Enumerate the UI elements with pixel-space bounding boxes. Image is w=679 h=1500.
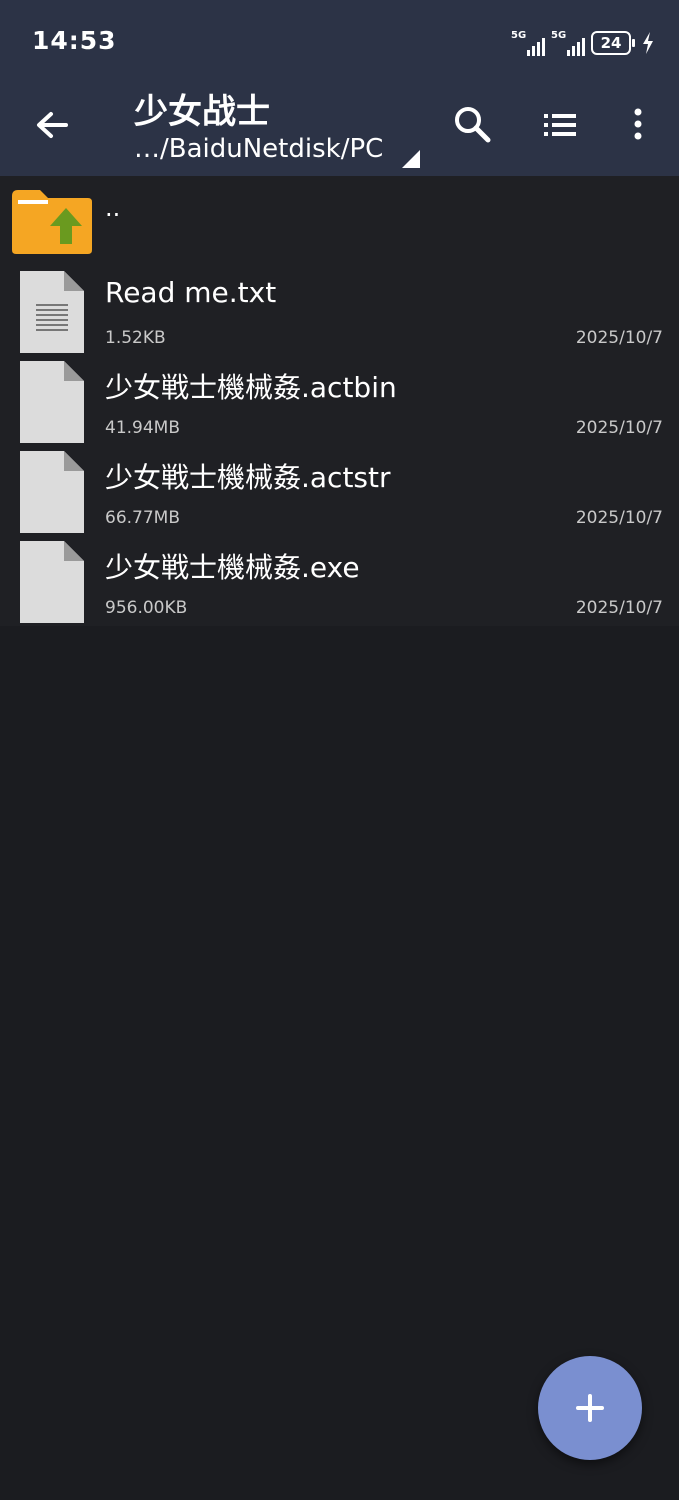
file-list: .. Read me.txt 1.52KB 2025/10/7 少女戦士機械姦.…: [0, 176, 679, 626]
file-size: 1.52KB: [105, 328, 166, 348]
add-button[interactable]: [538, 1356, 642, 1460]
file-date: 2025/10/7: [575, 328, 663, 348]
list-item[interactable]: 少女戦士機械姦.actstr 66.77MB 2025/10/7: [0, 446, 679, 536]
signal-icon: 5G: [511, 30, 545, 56]
page-title: 少女战士: [134, 92, 270, 132]
more-vert-icon[interactable]: [616, 102, 660, 146]
network-type-label-2: 5G: [551, 30, 567, 41]
parent-directory-row[interactable]: ..: [0, 176, 679, 262]
file-name: 少女戦士機械姦.actbin: [105, 371, 397, 404]
text-file-icon: [20, 271, 84, 353]
file-icon: [20, 541, 84, 623]
status-icons: 5G 5G 24: [511, 30, 655, 56]
file-date: 2025/10/7: [575, 598, 663, 618]
parent-directory-label: ..: [105, 194, 121, 222]
signal-icon-2: 5G: [551, 30, 585, 56]
list-item[interactable]: 少女戦士機械姦.actbin 41.94MB 2025/10/7: [0, 356, 679, 446]
folder-up-icon: [12, 190, 92, 254]
file-name: Read me.txt: [105, 276, 277, 309]
back-arrow-icon[interactable]: [30, 104, 74, 148]
file-size: 41.94MB: [105, 418, 180, 438]
network-type-label: 5G: [511, 30, 527, 41]
charging-icon: [643, 32, 653, 54]
file-name: 少女戦士機械姦.actstr: [105, 461, 391, 494]
file-size: 956.00KB: [105, 598, 188, 618]
file-date: 2025/10/7: [575, 508, 663, 528]
plus-icon: [576, 1394, 604, 1422]
battery-icon: 24: [591, 31, 635, 55]
path-dropdown-indicator[interactable]: [402, 150, 420, 168]
list-item[interactable]: 少女戦士機械姦.exe 956.00KB 2025/10/7: [0, 536, 679, 626]
status-time: 14:53: [32, 26, 117, 55]
list-item[interactable]: Read me.txt 1.52KB 2025/10/7: [0, 266, 679, 356]
file-icon: [20, 451, 84, 533]
file-date: 2025/10/7: [575, 418, 663, 438]
file-size: 66.77MB: [105, 508, 180, 528]
breadcrumb-path[interactable]: …/BaiduNetdisk/PC: [134, 134, 383, 164]
search-icon[interactable]: [450, 102, 494, 146]
file-name: 少女戦士機械姦.exe: [105, 551, 360, 584]
file-icon: [20, 361, 84, 443]
list-view-icon[interactable]: [538, 104, 582, 148]
app-bar: 14:53 5G 5G 24 少女战士 …/BaiduNetdisk/PC: [0, 0, 679, 176]
